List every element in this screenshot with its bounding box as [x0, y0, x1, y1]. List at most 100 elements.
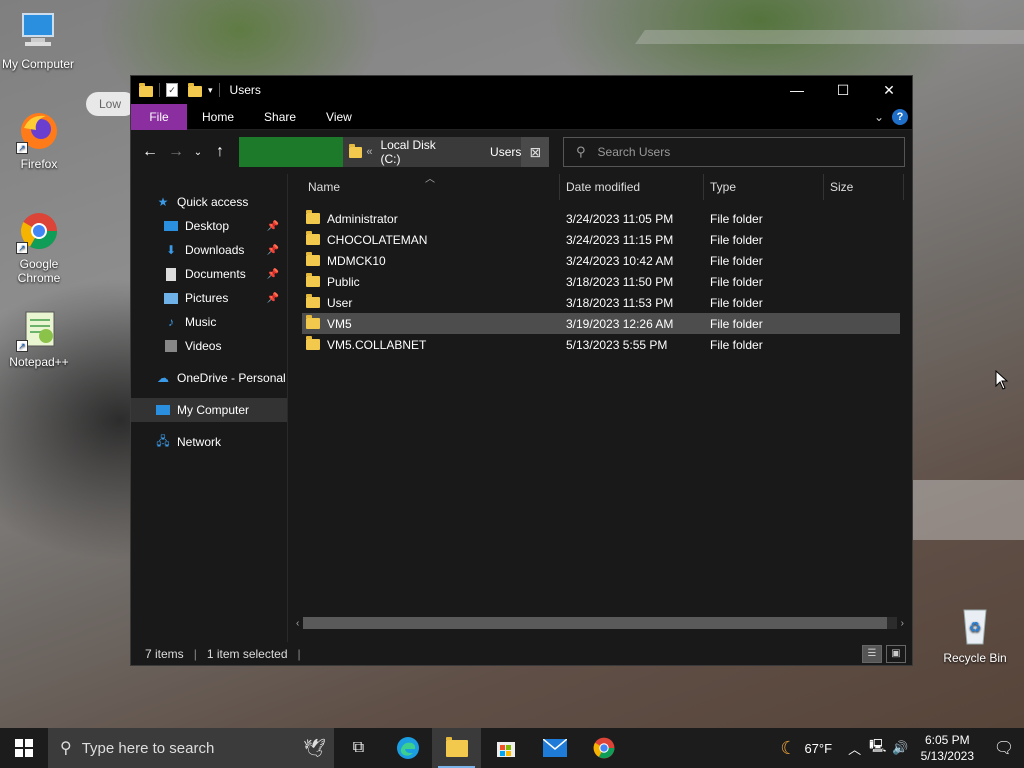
clock[interactable]: 6:05 PM 5/13/2023 — [911, 732, 984, 764]
properties-icon[interactable]: ✓ — [166, 83, 178, 97]
nav-desktop[interactable]: Desktop 📌 — [131, 214, 287, 238]
taskbar-store[interactable] — [481, 728, 530, 768]
computer-icon — [155, 403, 171, 417]
scroll-right-icon[interactable]: › — [901, 618, 904, 629]
file-type: File folder — [710, 211, 763, 226]
nav-downloads[interactable]: ⬇ Downloads 📌 — [131, 238, 287, 262]
minimize-button[interactable]: ― — [774, 76, 820, 104]
search-box[interactable]: ⚲ Search Users — [563, 137, 905, 167]
divider: | — [193, 646, 197, 661]
address-bar[interactable]: « Local Disk (C:) Users ⊠ — [239, 137, 549, 167]
speech-bubble: Low — [86, 92, 136, 116]
show-hidden-icons-icon[interactable]: ︿ — [848, 739, 861, 758]
nav-quick-access[interactable]: ★ Quick access — [131, 190, 287, 214]
tab-view[interactable]: View — [311, 104, 367, 130]
breadcrumb-local-disk[interactable]: Local Disk (C:) — [380, 138, 458, 166]
file-date: 3/24/2023 11:05 PM — [566, 211, 674, 226]
file-date: 3/19/2023 12:26 AM — [566, 316, 674, 331]
star-icon: ★ — [157, 195, 169, 209]
computer-icon — [15, 8, 61, 54]
column-size[interactable]: Size — [824, 174, 904, 200]
nav-my-computer[interactable]: My Computer — [131, 398, 287, 422]
breadcrumb-overflow-icon[interactable]: « — [366, 146, 372, 158]
taskbar-chrome[interactable] — [579, 728, 628, 768]
file-row[interactable]: MDMCK10 3/24/2023 10:42 AM File folder — [302, 250, 900, 271]
navigation-pane: ★ Quick access Desktop 📌 ⬇ Downloads 📌 D… — [131, 174, 288, 642]
large-icons-view-button[interactable]: ▣ — [886, 644, 906, 663]
clear-address-button[interactable]: ⊠ — [521, 137, 549, 167]
file-row[interactable]: VM5 3/19/2023 12:26 AM File folder — [302, 313, 900, 334]
nav-label: Network — [177, 435, 222, 449]
weather-moon-icon[interactable]: ☾ — [780, 738, 796, 759]
file-row[interactable]: VM5.COLLABNET 5/13/2023 5:55 PM File folde… — [302, 334, 900, 355]
start-button[interactable] — [0, 728, 48, 768]
search-icon: ⚲ — [576, 144, 586, 159]
weather-temperature[interactable]: 67°F — [804, 741, 832, 756]
status-bar: 7 items | 1 item selected | ☰ ▣ — [131, 642, 912, 665]
pin-icon[interactable]: 📌 — [267, 221, 279, 232]
file-name: CHOCOLATEMAN — [327, 232, 428, 247]
tab-home[interactable]: Home — [187, 104, 249, 130]
column-date-modified[interactable]: Date modified — [560, 174, 704, 200]
file-row[interactable]: CHOCOLATEMAN 3/24/2023 11:15 PM File folde… — [302, 229, 900, 250]
file-date: 5/13/2023 5:55 PM — [566, 337, 668, 352]
folder-icon — [348, 143, 363, 158]
horizontal-scrollbar[interactable]: ‹ › — [296, 616, 904, 630]
nav-label: My Computer — [177, 403, 250, 417]
pin-icon[interactable]: 📌 — [267, 293, 279, 304]
help-icon[interactable]: ? — [892, 108, 908, 125]
expand-ribbon-icon[interactable]: ⌄ — [874, 110, 884, 124]
up-button[interactable]: ↑ — [207, 143, 233, 161]
file-date: 3/18/2023 11:53 PM — [566, 295, 674, 310]
nav-music[interactable]: ♪ Music — [131, 310, 287, 334]
taskbar-file-explorer[interactable] — [432, 728, 481, 768]
title-bar[interactable]: ✓ ▾ Users ― ☐ ✕ — [131, 76, 912, 104]
back-button[interactable]: ← — [137, 143, 163, 161]
background-stripe — [900, 480, 1024, 540]
folder-icon — [306, 231, 320, 245]
file-date: 3/24/2023 11:15 PM — [566, 232, 674, 247]
file-name-cell: User — [302, 294, 564, 310]
file-name: Public — [327, 274, 360, 289]
nav-documents[interactable]: Documents 📌 — [131, 262, 287, 286]
notifications-button[interactable]: 🗨 — [984, 728, 1024, 768]
file-row[interactable]: Administrator 3/24/2023 11:05 PM File fold… — [302, 208, 900, 229]
forward-button[interactable]: → — [163, 143, 189, 161]
nav-network[interactable]: 🖧 Network — [131, 430, 287, 454]
task-view-button[interactable]: ⧉ — [334, 728, 383, 768]
desktop-icon-recycle-bin[interactable]: ♻ Recycle Bin — [937, 602, 1013, 665]
desktop-icon-my-computer[interactable]: My Computer — [0, 8, 76, 71]
nav-pictures[interactable]: Pictures 📌 — [131, 286, 287, 310]
cloud-icon: ☁ — [157, 371, 169, 385]
pin-icon[interactable]: 📌 — [267, 245, 279, 256]
nav-onedrive[interactable]: ☁ OneDrive - Personal — [131, 366, 287, 390]
scroll-left-icon[interactable]: ‹ — [296, 618, 299, 629]
notepadpp-icon: ↗ — [16, 306, 62, 352]
taskbar-mail[interactable] — [530, 728, 579, 768]
details-view-button[interactable]: ☰ — [862, 644, 882, 663]
taskbar-search[interactable]: ⚲ Type here to search 🕊 — [48, 728, 334, 768]
taskbar-search-placeholder: Type here to search — [81, 739, 215, 757]
breadcrumb-users[interactable]: Users — [490, 145, 521, 159]
file-type: File folder — [710, 232, 763, 247]
maximize-button[interactable]: ☐ — [820, 76, 866, 104]
new-folder-icon[interactable] — [188, 83, 202, 97]
recent-locations-button[interactable]: ⌄ — [189, 147, 207, 158]
volume-icon[interactable]: 🔊 — [892, 740, 908, 756]
tab-share[interactable]: Share — [249, 104, 311, 130]
tab-file[interactable]: File — [131, 103, 187, 130]
pin-icon[interactable]: 📌 — [267, 269, 279, 280]
network-status-icon[interactable]: 🖳 — [869, 737, 886, 759]
file-row[interactable]: User 3/18/2023 11:53 PM File folder — [302, 292, 900, 313]
scrollbar-thumb[interactable] — [303, 617, 887, 629]
quick-access-dropdown-icon[interactable]: ▾ — [208, 85, 213, 96]
file-row[interactable]: Public 3/18/2023 11:50 PM File folder — [302, 271, 900, 292]
desktop-icon-firefox[interactable]: ↗ Firefox — [1, 108, 77, 171]
nav-videos[interactable]: Videos — [131, 334, 287, 358]
clock-time: 6:05 PM — [924, 733, 970, 747]
desktop-icon-google-chrome[interactable]: ↗ Google Chrome — [1, 208, 77, 285]
close-button[interactable]: ✕ — [866, 76, 912, 104]
taskbar-edge[interactable] — [383, 728, 432, 768]
column-type[interactable]: Type — [704, 174, 824, 200]
desktop-icon-notepadpp[interactable]: ↗ Notepad++ — [1, 306, 77, 369]
